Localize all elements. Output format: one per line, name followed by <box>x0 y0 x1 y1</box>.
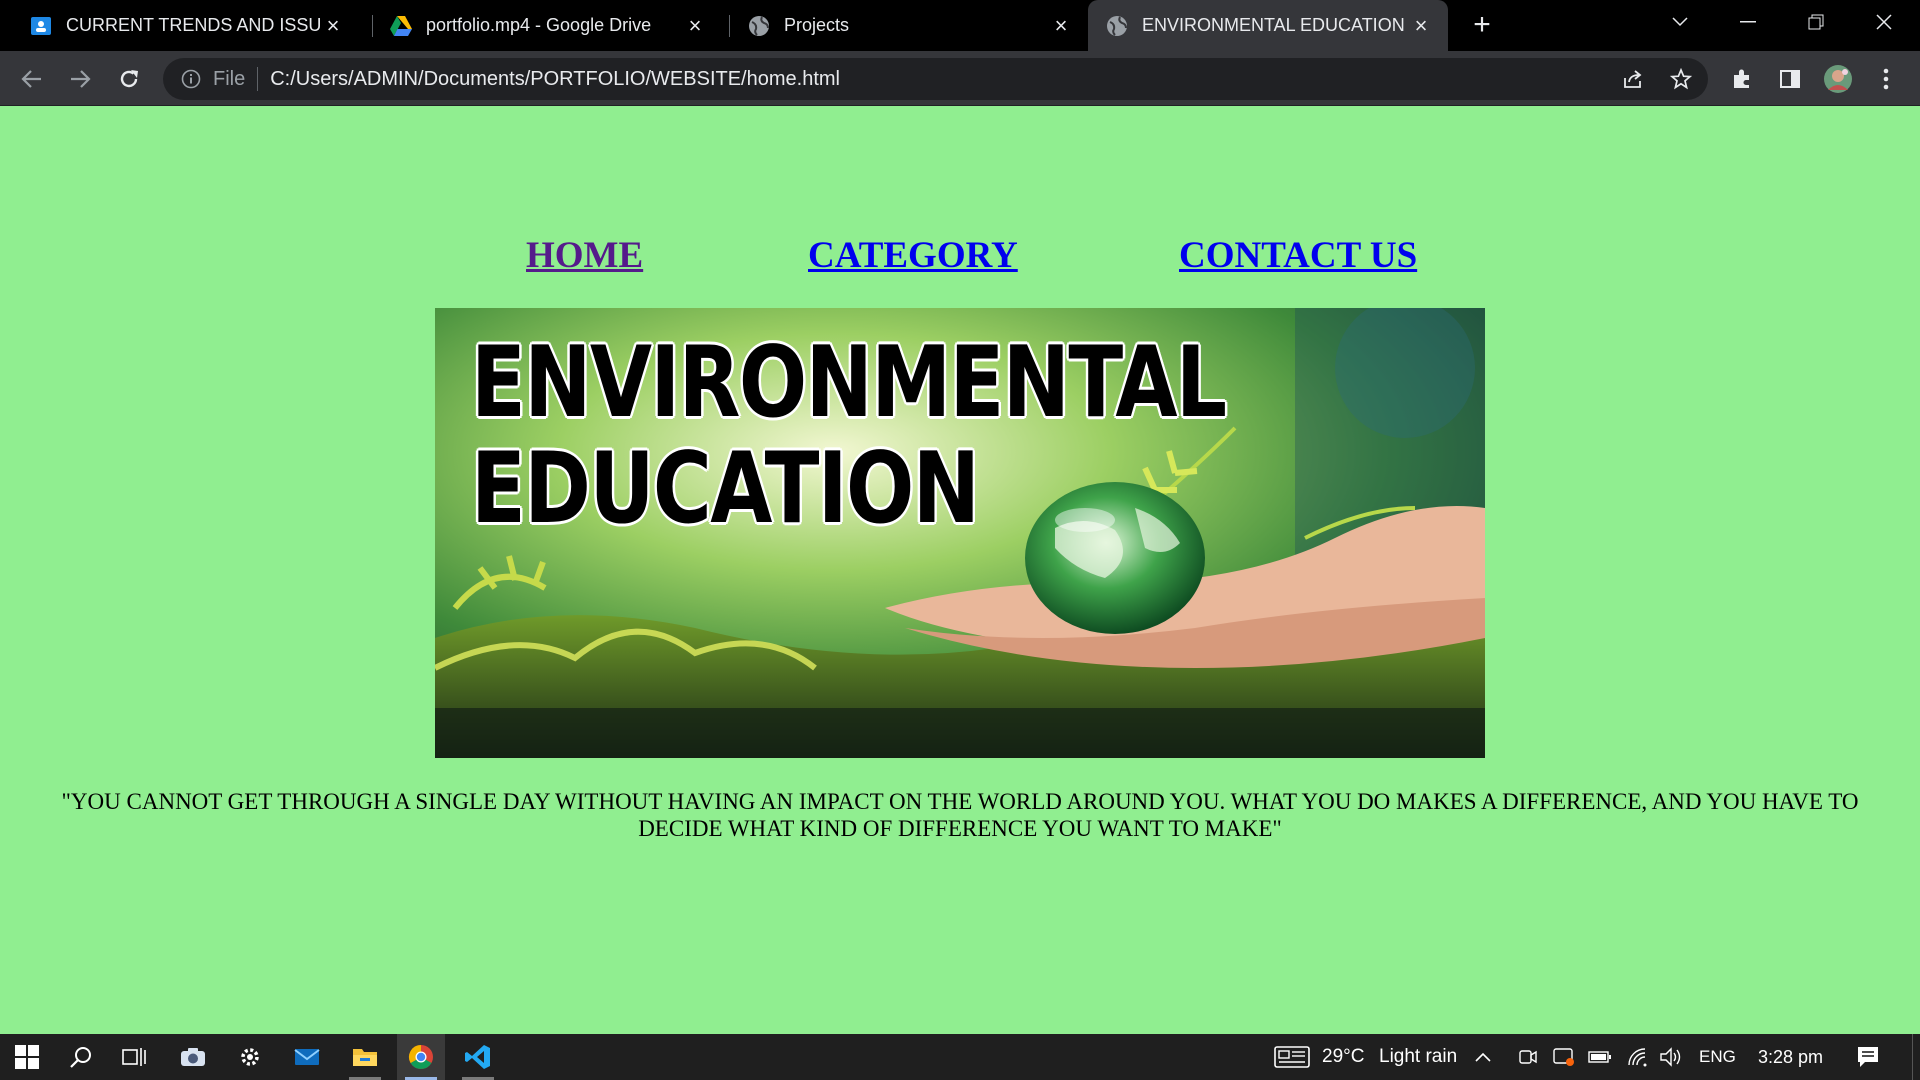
task-view-icon[interactable] <box>111 1034 159 1080</box>
tab-title: CURRENT TRENDS AND ISSUES E <box>66 15 322 35</box>
close-icon[interactable]: × <box>1410 13 1432 38</box>
tab-projects[interactable]: Projects × <box>718 0 1088 51</box>
wifi-icon[interactable] <box>1623 1034 1653 1080</box>
web-page: HOME CATEGORY CONTACT US ENVIRONMENTAL E… <box>0 106 1920 1034</box>
bookmark-star-icon[interactable] <box>1666 64 1696 94</box>
browser-toolbar: File C:/Users/ADMIN/Documents/PORTFOLIO/… <box>0 51 1920 106</box>
close-window-button[interactable] <box>1856 0 1912 44</box>
search-icon[interactable] <box>57 1034 105 1080</box>
forward-arrow-icon[interactable] <box>65 64 95 94</box>
new-tab-button[interactable]: + <box>1468 10 1496 40</box>
tab-title: Projects <box>784 15 850 35</box>
profile-avatar[interactable] <box>1823 64 1853 94</box>
restore-button[interactable] <box>1788 0 1844 44</box>
notification-icon[interactable] <box>1846 1034 1890 1080</box>
globe-icon <box>748 15 770 37</box>
weather-temperature[interactable]: 29°C <box>1322 1034 1364 1080</box>
weather-description[interactable]: Light rain <box>1379 1034 1457 1080</box>
url-text[interactable]: C:/Users/ADMIN/Documents/PORTFOLIO/WEBSI… <box>270 68 840 91</box>
close-icon[interactable]: × <box>322 13 344 38</box>
scheme-label: File <box>213 67 246 90</box>
windows-taskbar: 29°C Light rain ENG 3:28 pm <box>0 1034 1920 1080</box>
meet-camera-icon[interactable] <box>1514 1034 1542 1080</box>
nav-link-home[interactable]: HOME <box>526 234 643 277</box>
minimize-button[interactable] <box>1720 0 1776 44</box>
mail-icon[interactable] <box>283 1034 331 1080</box>
tab-title: ENVIRONMENTAL EDUCATION <box>1142 15 1405 35</box>
language-indicator[interactable]: ENG <box>1699 1034 1736 1080</box>
omnibox-divider <box>257 67 259 91</box>
nav-link-contact-us[interactable]: CONTACT US <box>1179 234 1417 277</box>
camera-icon[interactable] <box>169 1034 217 1080</box>
close-icon[interactable]: × <box>1050 13 1072 38</box>
banner-title-line2: EDUCATION <box>471 432 980 546</box>
banner-image: ENVIRONMENTAL EDUCATION <box>435 308 1485 758</box>
settings-gear-icon[interactable] <box>226 1034 274 1080</box>
google-drive-icon <box>390 15 412 37</box>
back-arrow-icon[interactable] <box>17 64 47 94</box>
side-panel-icon[interactable] <box>1775 64 1805 94</box>
tab-environmental-education[interactable]: ENVIRONMENTAL EDUCATION × <box>1088 0 1448 51</box>
weather-icon[interactable] <box>1270 1034 1314 1080</box>
tab-title: portfolio.mp4 - Google Drive <box>426 15 652 35</box>
chrome-icon[interactable] <box>397 1034 445 1080</box>
tab-search-icon[interactable] <box>1652 0 1708 44</box>
tab-google-drive[interactable]: portfolio.mp4 - Google Drive × <box>360 0 722 51</box>
info-icon[interactable] <box>179 67 203 91</box>
show-desktop-divider[interactable] <box>1912 1034 1913 1080</box>
reload-icon[interactable] <box>114 64 144 94</box>
file-explorer-icon[interactable] <box>341 1034 389 1080</box>
tab-strip: CURRENT TRENDS AND ISSUES E × portfolio.… <box>0 0 1920 51</box>
nav-link-category[interactable]: CATEGORY <box>808 234 1018 277</box>
security-icon[interactable] <box>1549 1034 1579 1080</box>
chevron-up-icon[interactable] <box>1468 1034 1498 1080</box>
tab-current-trends[interactable]: CURRENT TRENDS AND ISSUES E × <box>0 0 360 51</box>
banner-title: ENVIRONMENTAL EDUCATION <box>471 326 1227 546</box>
address-bar[interactable]: File C:/Users/ADMIN/Documents/PORTFOLIO/… <box>163 58 1708 100</box>
globe-icon <box>1106 15 1128 37</box>
battery-icon[interactable] <box>1585 1034 1615 1080</box>
extensions-puzzle-icon[interactable] <box>1727 64 1757 94</box>
menu-kebab-icon[interactable] <box>1871 64 1901 94</box>
quote-text: "YOU CANNOT GET THROUGH A SINGLE DAY WIT… <box>61 789 1859 841</box>
classroom-icon <box>30 15 52 37</box>
banner-title-line1: ENVIRONMENTAL <box>471 326 1227 440</box>
vscode-icon[interactable] <box>454 1034 502 1080</box>
close-icon[interactable]: × <box>684 13 706 38</box>
windows-start-icon[interactable] <box>3 1034 51 1080</box>
volume-icon[interactable] <box>1656 1034 1686 1080</box>
site-nav: HOME CATEGORY CONTACT US <box>0 234 1920 284</box>
share-icon[interactable] <box>1618 64 1648 94</box>
clock[interactable]: 3:28 pm <box>1758 1034 1823 1080</box>
